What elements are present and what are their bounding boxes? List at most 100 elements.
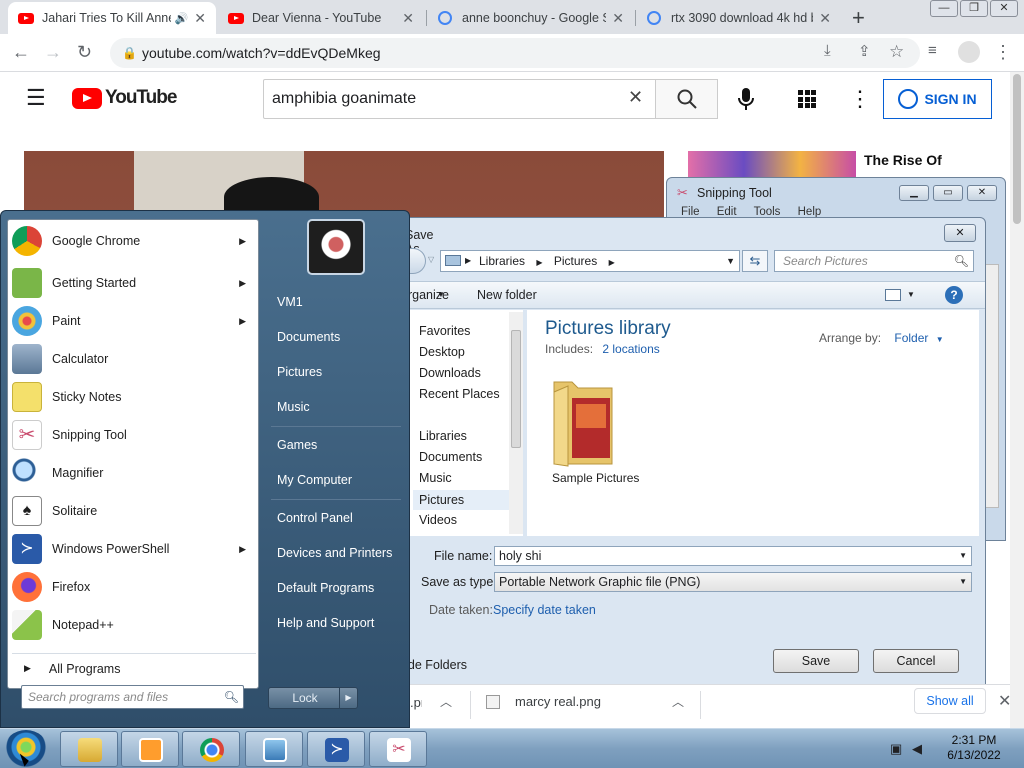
nav-desktop[interactable]: Desktop bbox=[419, 345, 465, 359]
program-solitaire[interactable]: ♠ Solitaire bbox=[12, 493, 256, 529]
chevron-up-icon[interactable]: ︿ bbox=[672, 693, 684, 710]
network-icon[interactable]: ▣ bbox=[890, 741, 902, 757]
download-item-2[interactable]: marcy real.png bbox=[515, 694, 601, 709]
restore-icon[interactable]: ❐ bbox=[960, 0, 988, 17]
close-download-bar-icon[interactable]: ✕ bbox=[998, 691, 1011, 711]
locations-link[interactable]: 2 locations bbox=[602, 342, 659, 356]
address-bar[interactable]: 🔒 youtube.com/watch?v=ddEvQDeMkeg bbox=[110, 38, 920, 68]
tab-dear-vienna[interactable]: Dear Vienna - YouTube ✕ bbox=[218, 2, 424, 34]
page-scrollbar[interactable] bbox=[1010, 72, 1024, 728]
start-link-my-computer[interactable]: My Computer bbox=[267, 465, 405, 495]
nav-downloads[interactable]: Downloads bbox=[419, 366, 481, 380]
start-link-devices-printers[interactable]: Devices and Printers bbox=[267, 538, 405, 568]
start-link-games[interactable]: Games bbox=[267, 430, 405, 460]
program-windows-powershell[interactable]: ≻ Windows PowerShell ▶ bbox=[12, 531, 256, 567]
recent-pages-icon[interactable]: ▽ bbox=[428, 255, 434, 264]
refresh-icon[interactable]: ⇆ bbox=[742, 250, 768, 272]
close-tab-icon[interactable]: ✕ bbox=[194, 10, 206, 27]
close-tab-icon[interactable]: ✕ bbox=[402, 10, 414, 27]
settings-menu-icon[interactable]: ⋮ bbox=[849, 86, 871, 112]
program-google-chrome[interactable]: Google Chrome ▶ bbox=[12, 223, 256, 259]
close-icon[interactable]: ✕ bbox=[967, 185, 997, 201]
volume-icon[interactable]: ◀ bbox=[912, 741, 922, 757]
hide-folders-button[interactable]: Hide Folders bbox=[405, 658, 467, 672]
taskbar-explorer[interactable] bbox=[60, 731, 118, 767]
maximize-icon[interactable]: ▭ bbox=[933, 185, 963, 201]
chevron-down-icon[interactable]: ▼ bbox=[726, 251, 735, 271]
scrollbar-thumb[interactable] bbox=[511, 330, 521, 448]
nav-pictures[interactable]: Pictures bbox=[413, 490, 511, 510]
lock-icon[interactable]: 🔒 bbox=[122, 38, 137, 68]
clear-search-icon[interactable]: ✕ bbox=[628, 87, 643, 108]
start-link-music[interactable]: Music bbox=[267, 392, 405, 422]
all-programs-button[interactable]: ▶ All Programs bbox=[12, 653, 256, 683]
system-clock[interactable]: 2:31 PM 6/13/2022 bbox=[934, 733, 1014, 763]
close-tab-icon[interactable]: ✕ bbox=[612, 10, 624, 27]
program-magnifier[interactable]: Magnifier bbox=[12, 455, 256, 491]
start-link-default-programs[interactable]: Default Programs bbox=[267, 573, 405, 603]
back-icon[interactable]: ← bbox=[12, 42, 30, 63]
program-snipping-tool[interactable]: ✂ Snipping Tool bbox=[12, 417, 256, 453]
forward-icon[interactable]: → bbox=[44, 42, 62, 63]
date-taken-link[interactable]: Specify date taken bbox=[493, 603, 596, 617]
breadcrumb-libraries[interactable]: Libraries bbox=[479, 254, 525, 268]
dialog-close-icon[interactable]: ✕ bbox=[944, 224, 976, 242]
file-name-input[interactable]: holy shi ▼ bbox=[494, 546, 972, 566]
start-search-input[interactable]: Search programs and files 🔍︎ bbox=[21, 685, 244, 709]
download-item-1[interactable]: .png bbox=[410, 695, 422, 710]
program-calculator[interactable]: Calculator bbox=[12, 341, 256, 377]
program-sticky-notes[interactable]: Sticky Notes bbox=[12, 379, 256, 415]
close-icon[interactable]: ✕ bbox=[990, 0, 1018, 17]
view-options-icon[interactable] bbox=[885, 289, 901, 301]
taskbar-photo-viewer[interactable] bbox=[245, 731, 303, 767]
chevron-down-icon[interactable]: ▼ bbox=[907, 290, 915, 299]
nav-recent-places[interactable]: Recent Places bbox=[419, 387, 500, 401]
tab-rtx-3090[interactable]: rtx 3090 download 4k hd b ✕ bbox=[637, 2, 841, 34]
dialog-search-input[interactable]: Search Pictures 🔍︎ bbox=[774, 250, 974, 272]
dialog-address-bar[interactable]: ▶ Libraries ▶ Pictures ▶ ▼ bbox=[440, 250, 740, 272]
cancel-button[interactable]: Cancel bbox=[873, 649, 959, 673]
related-video-title[interactable]: The Rise Of bbox=[864, 152, 942, 168]
apps-grid-icon[interactable] bbox=[798, 90, 816, 108]
show-all-button[interactable]: Show all bbox=[914, 688, 986, 714]
start-link-control-panel[interactable]: Control Panel bbox=[267, 503, 405, 533]
save-type-select[interactable]: Portable Network Graphic file (PNG) ▼ bbox=[494, 572, 972, 592]
taskbar-snipping-tool[interactable]: ✂ bbox=[369, 731, 427, 767]
profile-icon[interactable] bbox=[958, 41, 980, 63]
reload-icon[interactable]: ↻ bbox=[77, 42, 92, 63]
youtube-logo[interactable]: YouTube bbox=[72, 87, 177, 109]
minimize-icon[interactable]: ▁ bbox=[899, 185, 929, 201]
program-getting-started[interactable]: Getting Started ▶ bbox=[12, 265, 256, 301]
program-paint[interactable]: Paint ▶ bbox=[12, 303, 256, 339]
start-link-help-support[interactable]: Help and Support bbox=[267, 608, 405, 638]
program-notepad-plus-plus[interactable]: Notepad++ bbox=[12, 607, 256, 643]
nav-libraries[interactable]: Libraries bbox=[419, 429, 467, 443]
tab-anne-boonchuy[interactable]: anne boonchuy - Google S ✕ bbox=[428, 2, 634, 34]
breadcrumb-pictures[interactable]: Pictures bbox=[554, 254, 597, 268]
media-control-icon[interactable]: ≡ bbox=[928, 42, 937, 59]
taskbar-media-player[interactable] bbox=[121, 731, 179, 767]
nav-music[interactable]: Music bbox=[419, 471, 452, 485]
hamburger-menu-icon[interactable]: ☰ bbox=[26, 87, 46, 109]
youtube-search-input[interactable]: amphibia goanimate bbox=[263, 79, 656, 119]
start-link-pictures[interactable]: Pictures bbox=[267, 357, 405, 387]
start-link-documents[interactable]: Documents bbox=[267, 322, 405, 352]
shutdown-options-arrow-icon[interactable]: ▶ bbox=[339, 688, 357, 708]
share-icon[interactable]: ⇪ bbox=[858, 42, 871, 60]
nav-documents[interactable]: Documents bbox=[419, 450, 482, 464]
youtube-search-button[interactable] bbox=[655, 79, 718, 119]
taskbar-chrome[interactable] bbox=[182, 731, 240, 767]
chevron-down-icon[interactable]: ▼ bbox=[959, 547, 967, 565]
lock-button[interactable]: Lock ▶ bbox=[268, 687, 358, 709]
snip-scrollbar[interactable] bbox=[985, 264, 999, 508]
taskbar-powershell[interactable]: ≻ bbox=[307, 731, 365, 767]
new-tab-icon[interactable]: + bbox=[852, 5, 865, 31]
scrollbar-thumb[interactable] bbox=[1013, 74, 1021, 224]
nav-videos[interactable]: Videos bbox=[419, 513, 457, 527]
start-link-vm1[interactable]: VM1 bbox=[267, 287, 405, 317]
new-folder-button[interactable]: New folder bbox=[477, 288, 537, 302]
bookmark-star-icon[interactable]: ☆ bbox=[889, 42, 904, 62]
microphone-icon[interactable] bbox=[736, 86, 756, 112]
minimize-icon[interactable]: — bbox=[930, 0, 958, 17]
nav-favorites[interactable]: Favorites bbox=[419, 324, 470, 338]
